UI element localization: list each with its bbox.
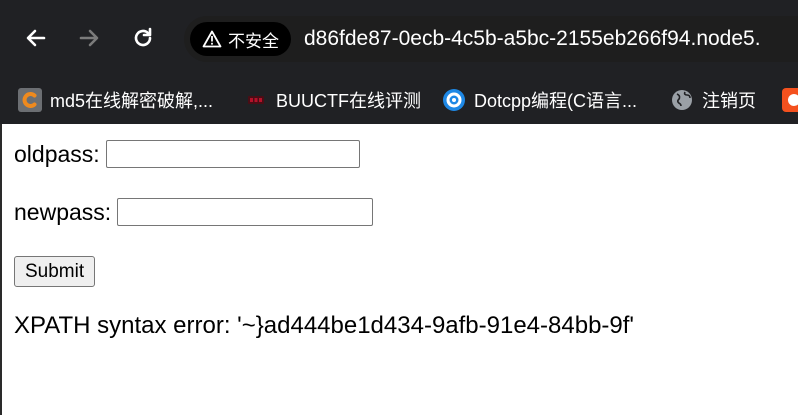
reload-button[interactable]: [127, 22, 159, 54]
bookmark-logout-page[interactable]: 注销页: [670, 84, 756, 116]
bookmarks-bar: md5在线解密破解,... BUUCTF在线评测 Dotcpp编程(C语言...…: [0, 76, 798, 124]
oldpass-label: oldpass:: [14, 140, 100, 167]
forward-arrow-icon: [79, 29, 99, 47]
bookmark-md5[interactable]: md5在线解密破解,...: [18, 84, 213, 116]
bookmark-label: Dotcpp编程(C语言...: [474, 91, 638, 111]
red-site-icon: [782, 88, 798, 112]
bookmark-label: md5在线解密破解,...: [50, 91, 214, 111]
newpass-row: newpass:: [14, 198, 374, 226]
browser-chrome: 不安全 d86fde87-0ecb-4c5b-a5bc-2155eb266f94…: [0, 0, 798, 124]
bookmark-label: BUUCTF在线评测: [276, 91, 421, 111]
security-indicator[interactable]: 不安全: [190, 22, 291, 56]
security-label: 不安全: [228, 31, 279, 51]
submit-button[interactable]: Submit: [14, 256, 96, 287]
bookmark-buuctf[interactable]: BUUCTF在线评测: [244, 84, 421, 116]
reload-icon: [134, 27, 152, 47]
oldpass-row: oldpass:: [14, 140, 360, 168]
address-bar[interactable]: 不安全 d86fde87-0ecb-4c5b-a5bc-2155eb266f94…: [184, 16, 798, 62]
md5-site-icon: [18, 88, 42, 112]
warning-triangle-icon: [202, 30, 222, 48]
bookmark-dotcpp[interactable]: Dotcpp编程(C语言...: [442, 84, 637, 116]
globe-icon: [670, 88, 694, 112]
browser-toolbar: 不安全 d86fde87-0ecb-4c5b-a5bc-2155eb266f94…: [0, 0, 798, 76]
oldpass-input[interactable]: [105, 140, 360, 168]
forward-button[interactable]: [73, 22, 105, 54]
back-arrow-icon: [26, 29, 46, 47]
page-content: oldpass: newpass: Submit XPATH syntax er…: [0, 124, 798, 415]
url-text[interactable]: d86fde87-0ecb-4c5b-a5bc-2155eb266f94.nod…: [304, 16, 761, 62]
back-button[interactable]: [20, 22, 52, 54]
newpass-label: newpass:: [14, 198, 112, 225]
buuctf-site-icon: [244, 88, 268, 112]
dotcpp-site-icon: [442, 88, 466, 112]
bookmark-overflow[interactable]: [782, 84, 798, 116]
error-message: XPATH syntax error: '~}ad444be1d434-9afb…: [14, 312, 635, 339]
newpass-input[interactable]: [117, 198, 374, 226]
bookmark-label: 注销页: [702, 91, 756, 111]
